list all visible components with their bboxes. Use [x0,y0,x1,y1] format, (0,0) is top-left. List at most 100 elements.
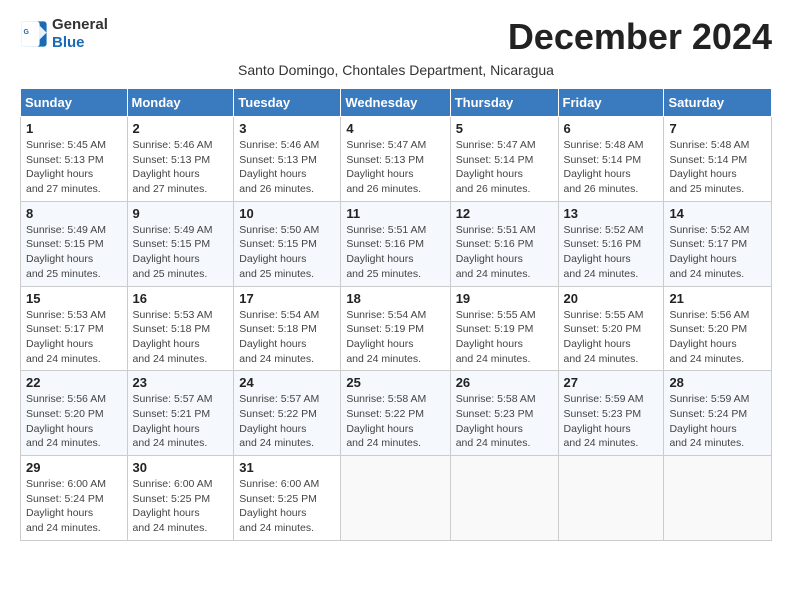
day-info: Sunrise: 5:48 AM Sunset: 5:14 PM Dayligh… [564,138,659,197]
day-number: 27 [564,375,659,390]
calendar-cell: 31 Sunrise: 6:00 AM Sunset: 5:25 PM Dayl… [234,456,341,541]
weekday-header-wednesday: Wednesday [341,89,450,117]
day-info: Sunrise: 5:56 AM Sunset: 5:20 PM Dayligh… [669,308,766,367]
weekday-header-thursday: Thursday [450,89,558,117]
day-number: 31 [239,460,335,475]
day-info: Sunrise: 6:00 AM Sunset: 5:24 PM Dayligh… [26,477,122,536]
day-info: Sunrise: 5:49 AM Sunset: 5:15 PM Dayligh… [133,223,229,282]
calendar-cell: 3 Sunrise: 5:46 AM Sunset: 5:13 PM Dayli… [234,117,341,202]
calendar-cell: 6 Sunrise: 5:48 AM Sunset: 5:14 PM Dayli… [558,117,664,202]
calendar-cell [664,456,772,541]
day-info: Sunrise: 5:49 AM Sunset: 5:15 PM Dayligh… [26,223,122,282]
day-info: Sunrise: 5:59 AM Sunset: 5:23 PM Dayligh… [564,392,659,451]
calendar-cell: 1 Sunrise: 5:45 AM Sunset: 5:13 PM Dayli… [21,117,128,202]
day-info: Sunrise: 5:46 AM Sunset: 5:13 PM Dayligh… [239,138,335,197]
day-info: Sunrise: 5:47 AM Sunset: 5:13 PM Dayligh… [346,138,444,197]
day-number: 16 [133,291,229,306]
day-info: Sunrise: 5:55 AM Sunset: 5:19 PM Dayligh… [456,308,553,367]
subtitle: Santo Domingo, Chontales Department, Nic… [20,62,772,78]
day-number: 26 [456,375,553,390]
weekday-header-sunday: Sunday [21,89,128,117]
calendar-cell: 8 Sunrise: 5:49 AM Sunset: 5:15 PM Dayli… [21,201,128,286]
day-number: 4 [346,121,444,136]
day-number: 28 [669,375,766,390]
calendar-cell: 26 Sunrise: 5:58 AM Sunset: 5:23 PM Dayl… [450,371,558,456]
day-number: 21 [669,291,766,306]
day-info: Sunrise: 5:51 AM Sunset: 5:16 PM Dayligh… [456,223,553,282]
day-info: Sunrise: 5:46 AM Sunset: 5:13 PM Dayligh… [133,138,229,197]
calendar-cell [341,456,450,541]
day-number: 6 [564,121,659,136]
calendar-cell: 18 Sunrise: 5:54 AM Sunset: 5:19 PM Dayl… [341,286,450,371]
calendar-cell: 24 Sunrise: 5:57 AM Sunset: 5:22 PM Dayl… [234,371,341,456]
day-number: 12 [456,206,553,221]
logo-icon: G [20,20,48,48]
day-number: 25 [346,375,444,390]
calendar-cell: 17 Sunrise: 5:54 AM Sunset: 5:18 PM Dayl… [234,286,341,371]
day-info: Sunrise: 5:53 AM Sunset: 5:17 PM Dayligh… [26,308,122,367]
logo-general: General [52,16,108,33]
calendar-cell: 9 Sunrise: 5:49 AM Sunset: 5:15 PM Dayli… [127,201,234,286]
day-info: Sunrise: 5:47 AM Sunset: 5:14 PM Dayligh… [456,138,553,197]
calendar-cell: 28 Sunrise: 5:59 AM Sunset: 5:24 PM Dayl… [664,371,772,456]
day-info: Sunrise: 5:50 AM Sunset: 5:15 PM Dayligh… [239,223,335,282]
day-number: 24 [239,375,335,390]
day-info: Sunrise: 5:52 AM Sunset: 5:16 PM Dayligh… [564,223,659,282]
weekday-header-tuesday: Tuesday [234,89,341,117]
logo: G General Blue [20,16,108,52]
day-number: 11 [346,206,444,221]
day-number: 3 [239,121,335,136]
calendar-cell: 5 Sunrise: 5:47 AM Sunset: 5:14 PM Dayli… [450,117,558,202]
day-number: 20 [564,291,659,306]
calendar: SundayMondayTuesdayWednesdayThursdayFrid… [20,88,772,541]
calendar-cell: 4 Sunrise: 5:47 AM Sunset: 5:13 PM Dayli… [341,117,450,202]
day-number: 22 [26,375,122,390]
day-number: 10 [239,206,335,221]
weekday-header-monday: Monday [127,89,234,117]
day-number: 5 [456,121,553,136]
calendar-cell: 7 Sunrise: 5:48 AM Sunset: 5:14 PM Dayli… [664,117,772,202]
calendar-cell: 22 Sunrise: 5:56 AM Sunset: 5:20 PM Dayl… [21,371,128,456]
day-info: Sunrise: 5:59 AM Sunset: 5:24 PM Dayligh… [669,392,766,451]
month-title: December 2024 [508,16,772,58]
day-info: Sunrise: 5:52 AM Sunset: 5:17 PM Dayligh… [669,223,766,282]
day-info: Sunrise: 5:54 AM Sunset: 5:18 PM Dayligh… [239,308,335,367]
calendar-cell: 11 Sunrise: 5:51 AM Sunset: 5:16 PM Dayl… [341,201,450,286]
day-number: 18 [346,291,444,306]
day-info: Sunrise: 5:58 AM Sunset: 5:22 PM Dayligh… [346,392,444,451]
calendar-cell: 2 Sunrise: 5:46 AM Sunset: 5:13 PM Dayli… [127,117,234,202]
day-number: 2 [133,121,229,136]
calendar-cell: 29 Sunrise: 6:00 AM Sunset: 5:24 PM Dayl… [21,456,128,541]
calendar-cell: 23 Sunrise: 5:57 AM Sunset: 5:21 PM Dayl… [127,371,234,456]
day-number: 19 [456,291,553,306]
weekday-header-friday: Friday [558,89,664,117]
calendar-cell: 30 Sunrise: 6:00 AM Sunset: 5:25 PM Dayl… [127,456,234,541]
day-info: Sunrise: 5:56 AM Sunset: 5:20 PM Dayligh… [26,392,122,451]
calendar-cell: 13 Sunrise: 5:52 AM Sunset: 5:16 PM Dayl… [558,201,664,286]
day-number: 17 [239,291,335,306]
day-number: 13 [564,206,659,221]
day-number: 15 [26,291,122,306]
day-info: Sunrise: 6:00 AM Sunset: 5:25 PM Dayligh… [239,477,335,536]
calendar-cell [558,456,664,541]
calendar-cell: 20 Sunrise: 5:55 AM Sunset: 5:20 PM Dayl… [558,286,664,371]
day-info: Sunrise: 6:00 AM Sunset: 5:25 PM Dayligh… [133,477,229,536]
day-number: 29 [26,460,122,475]
calendar-cell: 19 Sunrise: 5:55 AM Sunset: 5:19 PM Dayl… [450,286,558,371]
day-number: 1 [26,121,122,136]
svg-text:G: G [24,29,30,36]
calendar-cell: 10 Sunrise: 5:50 AM Sunset: 5:15 PM Dayl… [234,201,341,286]
day-info: Sunrise: 5:51 AM Sunset: 5:16 PM Dayligh… [346,223,444,282]
calendar-cell: 15 Sunrise: 5:53 AM Sunset: 5:17 PM Dayl… [21,286,128,371]
day-info: Sunrise: 5:45 AM Sunset: 5:13 PM Dayligh… [26,138,122,197]
logo-text: General Blue [52,16,108,52]
calendar-cell: 16 Sunrise: 5:53 AM Sunset: 5:18 PM Dayl… [127,286,234,371]
logo-blue: Blue [52,34,85,51]
day-info: Sunrise: 5:58 AM Sunset: 5:23 PM Dayligh… [456,392,553,451]
calendar-cell: 25 Sunrise: 5:58 AM Sunset: 5:22 PM Dayl… [341,371,450,456]
calendar-cell: 27 Sunrise: 5:59 AM Sunset: 5:23 PM Dayl… [558,371,664,456]
day-number: 14 [669,206,766,221]
day-info: Sunrise: 5:57 AM Sunset: 5:22 PM Dayligh… [239,392,335,451]
day-number: 30 [133,460,229,475]
calendar-cell [450,456,558,541]
